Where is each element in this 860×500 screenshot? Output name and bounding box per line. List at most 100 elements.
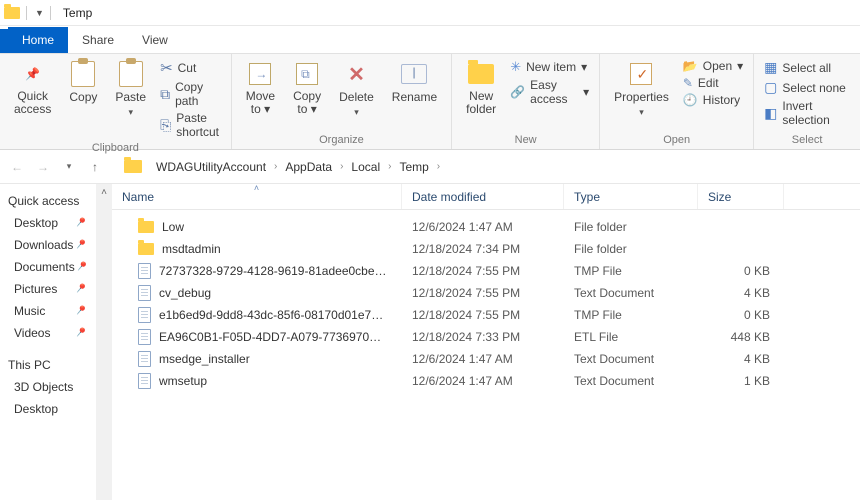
pin-quick-access-button[interactable]: 📌 Quickaccess: [10, 58, 55, 119]
cut-button[interactable]: Cut: [160, 58, 221, 78]
sidebar-item-pictures[interactable]: Pictures📍: [0, 278, 96, 300]
tab-view[interactable]: View: [128, 27, 182, 53]
copy-path-icon: [160, 86, 170, 103]
ribbon-tabs: Home Share View: [0, 26, 860, 54]
easy-access-button[interactable]: Easy access ▾: [510, 77, 589, 107]
file-row[interactable]: msedge_installer12/6/2024 1:47 AMText Do…: [112, 348, 860, 370]
copy-to-button[interactable]: Copyto ▾: [289, 58, 325, 119]
column-header-size[interactable]: Size: [698, 184, 784, 209]
separator: [50, 6, 51, 20]
chevron-right-icon[interactable]: ›: [437, 161, 440, 172]
file-icon: [138, 329, 151, 345]
file-row[interactable]: msdtadmin12/18/2024 7:34 PMFile folder: [112, 238, 860, 260]
chevron-down-icon: ▾: [128, 107, 133, 118]
rename-icon: [400, 61, 428, 87]
file-type: ETL File: [564, 330, 698, 344]
column-header-date[interactable]: Date modified: [402, 184, 564, 209]
tab-share[interactable]: Share: [68, 27, 128, 53]
qat-dropdown[interactable]: ▼: [35, 8, 44, 18]
copy-button[interactable]: Copy: [65, 58, 101, 107]
column-header-type[interactable]: Type: [564, 184, 698, 209]
select-all-icon: [764, 59, 777, 76]
open-button[interactable]: Open ▾: [683, 58, 743, 74]
file-date: 12/18/2024 7:33 PM: [402, 330, 564, 344]
folder-icon: [124, 160, 142, 173]
rename-button[interactable]: Rename: [388, 58, 441, 107]
sidebar-quick-access[interactable]: Quick access: [0, 190, 96, 212]
sidebar-item-label: Downloads: [14, 238, 73, 252]
invert-selection-label: Invert selection: [782, 99, 850, 127]
new-folder-icon: [467, 61, 495, 87]
group-label-select: Select: [764, 132, 850, 147]
sidebar-item-downloads[interactable]: Downloads📍: [0, 234, 96, 256]
file-size: 4 KB: [698, 286, 784, 300]
pin-icon: 📌: [19, 61, 47, 87]
file-name: EA96C0B1-F05D-4DD7-A079-7736970D98...: [159, 330, 389, 344]
move-to-button[interactable]: Moveto ▾: [242, 58, 279, 119]
sidebar-item-music[interactable]: Music📍: [0, 300, 96, 322]
sidebar-this-pc[interactable]: This PC: [0, 354, 96, 376]
invert-selection-icon: [764, 105, 777, 122]
chevron-right-icon[interactable]: ›: [340, 161, 343, 172]
sidebar-item-label: Documents: [14, 260, 75, 274]
copy-to-icon: [293, 61, 321, 87]
file-row[interactable]: cv_debug12/18/2024 7:55 PMText Document4…: [112, 282, 860, 304]
select-all-button[interactable]: Select all: [764, 58, 850, 77]
open-label: Open: [703, 59, 732, 73]
select-none-label: Select none: [782, 81, 845, 95]
breadcrumb-item[interactable]: Temp: [395, 160, 432, 174]
paste-shortcut-icon: [160, 117, 171, 134]
breadcrumb-item[interactable]: Local: [347, 160, 384, 174]
delete-label: Delete: [339, 90, 374, 104]
edit-icon: [683, 76, 693, 90]
column-header-name[interactable]: Name ˄: [112, 184, 402, 209]
file-size: 448 KB: [698, 330, 784, 344]
copy-path-button[interactable]: Copy path: [160, 79, 221, 109]
new-item-button[interactable]: New item ▾: [510, 58, 589, 76]
sidebar-item-desktop2[interactable]: Desktop: [0, 398, 96, 420]
folder-icon: [4, 7, 20, 19]
file-type: Text Document: [564, 286, 698, 300]
paste-button[interactable]: Paste ▾: [111, 58, 150, 121]
column-header-label: Size: [708, 190, 731, 204]
file-icon: [138, 307, 151, 323]
nav-up-button[interactable]: ↑: [84, 156, 106, 178]
file-row[interactable]: 72737328-9729-4128-9619-81adee0cbe22....…: [112, 260, 860, 282]
file-tab[interactable]: [0, 29, 8, 53]
sidebar-item-documents[interactable]: Documents📍: [0, 256, 96, 278]
pin-icon: 📍: [71, 303, 88, 319]
nav-forward-button[interactable]: →: [32, 156, 54, 178]
delete-button[interactable]: Delete ▾: [335, 58, 378, 121]
file-icon: [138, 285, 151, 301]
chevron-right-icon[interactable]: ›: [388, 161, 391, 172]
select-none-icon: [764, 79, 777, 96]
quick-access-label: Quickaccess: [14, 90, 51, 116]
recent-locations-button[interactable]: ▾: [58, 156, 80, 178]
history-icon: [683, 93, 698, 107]
new-folder-button[interactable]: Newfolder: [462, 58, 500, 119]
nav-back-button[interactable]: ←: [6, 156, 28, 178]
scrollbar[interactable]: ˄: [96, 184, 112, 500]
file-list: Name ˄ Date modified Type Size Low12/6/2…: [112, 184, 860, 500]
file-row[interactable]: Low12/6/2024 1:47 AMFile folder: [112, 216, 860, 238]
tab-home[interactable]: Home: [8, 27, 68, 53]
breadcrumb-item[interactable]: AppData: [281, 160, 336, 174]
history-button[interactable]: History: [683, 92, 743, 108]
select-none-button[interactable]: Select none: [764, 78, 850, 97]
sidebar-item-desktop[interactable]: Desktop📍: [0, 212, 96, 234]
edit-button[interactable]: Edit: [683, 75, 743, 91]
file-icon: [138, 373, 151, 389]
file-row[interactable]: EA96C0B1-F05D-4DD7-A079-7736970D98... 12/…: [112, 326, 860, 348]
invert-selection-button[interactable]: Invert selection: [764, 98, 850, 128]
properties-button[interactable]: Properties ▾: [610, 58, 673, 121]
sidebar-item-videos[interactable]: Videos📍: [0, 322, 96, 344]
history-label: History: [703, 93, 740, 107]
paste-shortcut-button[interactable]: Paste shortcut: [160, 110, 221, 140]
breadcrumb-item[interactable]: WDAGUtilityAccount: [152, 160, 270, 174]
file-date: 12/6/2024 1:47 AM: [402, 220, 564, 234]
file-type: TMP File: [564, 308, 698, 322]
file-row[interactable]: wmsetup12/6/2024 1:47 AMText Document1 K…: [112, 370, 860, 392]
file-row[interactable]: e1b6ed9d-9dd8-43dc-85f6-08170d01e701...1…: [112, 304, 860, 326]
sidebar-item-3d-objects[interactable]: 3D Objects: [0, 376, 96, 398]
chevron-right-icon[interactable]: ›: [274, 161, 277, 172]
